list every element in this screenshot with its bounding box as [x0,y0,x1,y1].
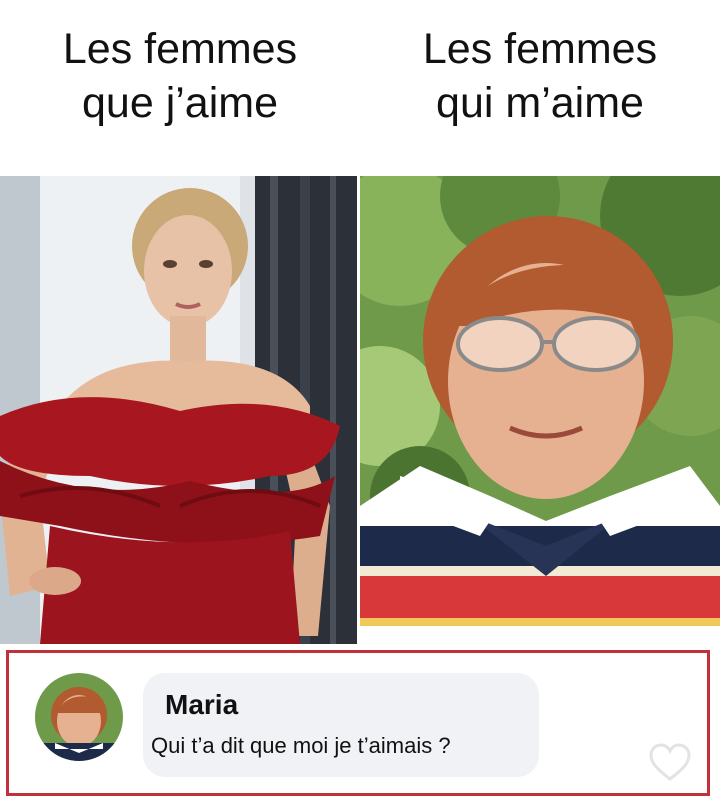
caption-left-line2: que j’aime [82,79,278,127]
heart-icon[interactable] [647,743,693,783]
caption-left-line1: Les femmes [62,25,298,73]
comment-author[interactable]: Maria [165,689,238,721]
photo-right [360,176,720,644]
caption-left: Les femmes que j’aime [0,22,360,130]
caption-right-line2: qui m’aime [436,79,644,127]
comment-bubble: Maria Qui t’a dit que moi je t’aimais ? [143,673,539,777]
comment-box: Maria Qui t’a dit que moi je t’aimais ? [6,650,710,796]
comment-text: Qui t’a dit que moi je t’aimais ? [151,733,451,758]
avatar[interactable] [35,673,123,761]
photo-left [0,176,357,644]
caption-right: Les femmes qui m’aime [360,22,720,130]
caption-right-line1: Les femmes [422,25,658,73]
